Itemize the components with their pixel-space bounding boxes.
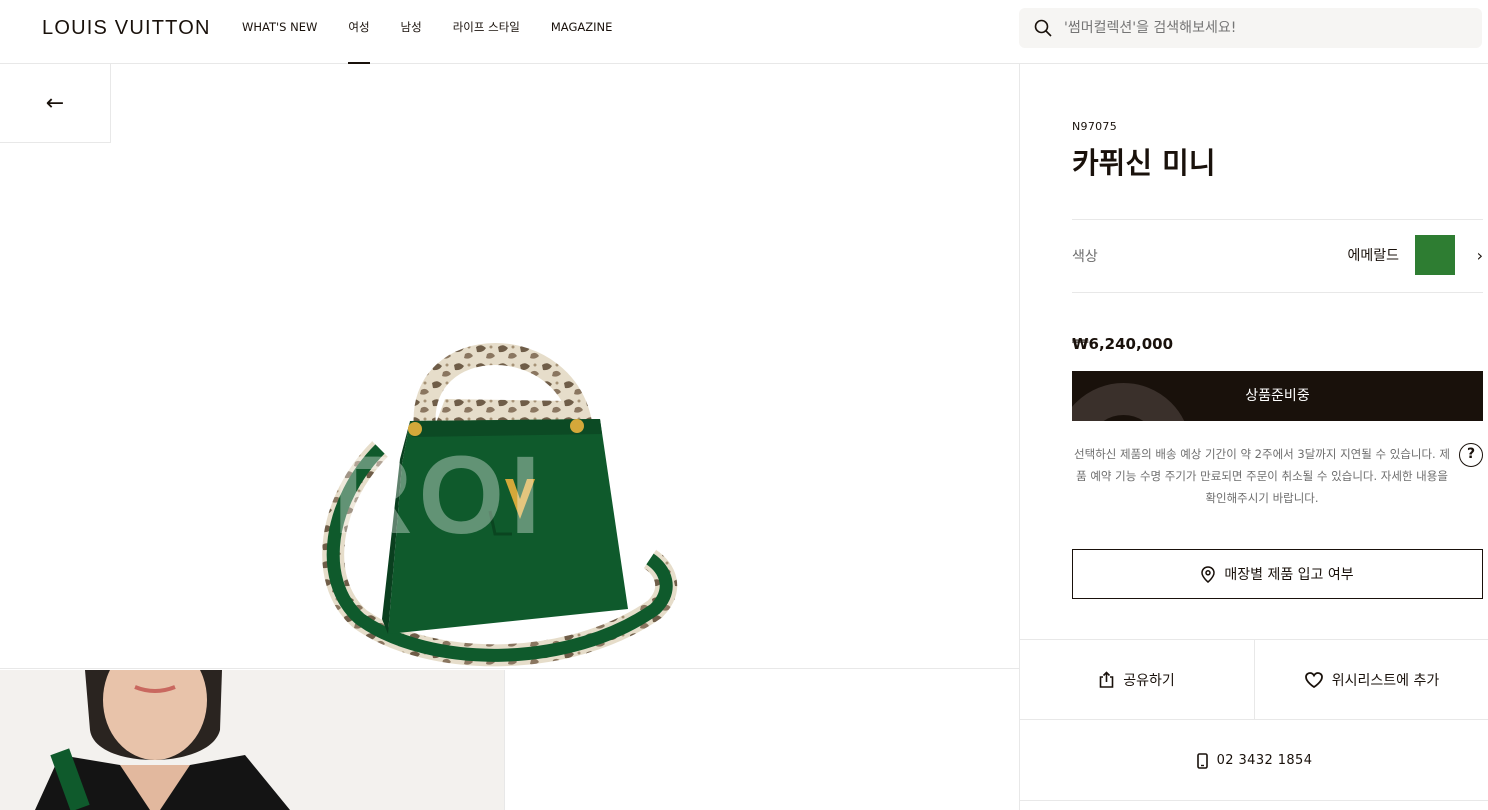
phone-number: 02 3432 1854 [1216,753,1313,768]
preparing-product-button[interactable]: 상품준비중 [1072,371,1483,421]
nav-item-women[interactable]: 여성 [348,0,370,64]
help-icon[interactable]: ? [1459,443,1483,467]
share-label: 공유하기 [1123,672,1175,689]
delivery-notice: 선택하신 제품의 배송 예상 기간이 약 2주에서 3달까지 지연될 수 있습니… [1074,447,1450,505]
product-price: ₩6,240,000 [1072,335,1174,353]
product-sku: N97075 [1072,120,1118,133]
phone-icon [1196,752,1208,769]
wishlist-label: 위시리스트에 추가 [1331,672,1440,689]
product-title: 카퓌신 미니 [1072,146,1216,180]
nav-item-whats-new[interactable]: WHAT'S NEW [242,0,317,64]
brand-logo[interactable]: LOUIS VUITTON [42,17,211,40]
color-label: 색상 [1072,249,1098,265]
product-actions: 공유하기 위시리스트에 추가 [1020,639,1488,720]
add-to-wishlist-button[interactable]: 위시리스트에 추가 [1254,640,1488,719]
color-name: 에메랄드 [1347,248,1399,264]
color-selector[interactable]: 색상 에메랄드 › [1072,219,1483,293]
chevron-right-icon: › [1476,246,1483,265]
model-photo [0,670,504,810]
main-nav: WHAT'S NEW 여성 남성 라이프 스타일 MAGAZINE [242,0,643,64]
nav-item-men[interactable]: 남성 [401,0,422,64]
store-button-label: 매장별 제품 입고 여부 [1224,567,1354,583]
back-button[interactable]: ← [0,64,111,143]
share-icon [1099,671,1114,688]
arrow-left-icon: ← [45,90,65,116]
cta-label: 상품준비중 [1245,388,1310,404]
product-image-area: ROI [0,64,1019,669]
product-info-panel: N97075 카퓌신 미니 색상 에메랄드 › ₩6,240,000 상품준비중… [1019,64,1488,810]
nav-item-lifestyle[interactable]: 라이프 스타일 [453,0,520,64]
phone-contact[interactable]: 02 3432 1854 [1020,721,1488,801]
search-bar[interactable] [1019,8,1482,48]
heart-icon [1304,671,1323,688]
watermark-text: ROI [333,434,547,557]
nav-item-magazine[interactable]: MAGAZINE [551,0,613,64]
color-swatch [1415,235,1455,275]
share-button[interactable]: 공유하기 [1020,640,1254,719]
location-pin-icon [1201,565,1216,583]
search-input[interactable] [1064,20,1444,36]
store-availability-button[interactable]: 매장별 제품 입고 여부 [1072,549,1483,599]
empty-thumbnail [505,670,1019,810]
site-header: LOUIS VUITTON WHAT'S NEW 여성 남성 라이프 스타일 M… [0,0,1488,64]
search-icon [1034,19,1052,37]
model-thumbnail[interactable] [0,670,505,810]
